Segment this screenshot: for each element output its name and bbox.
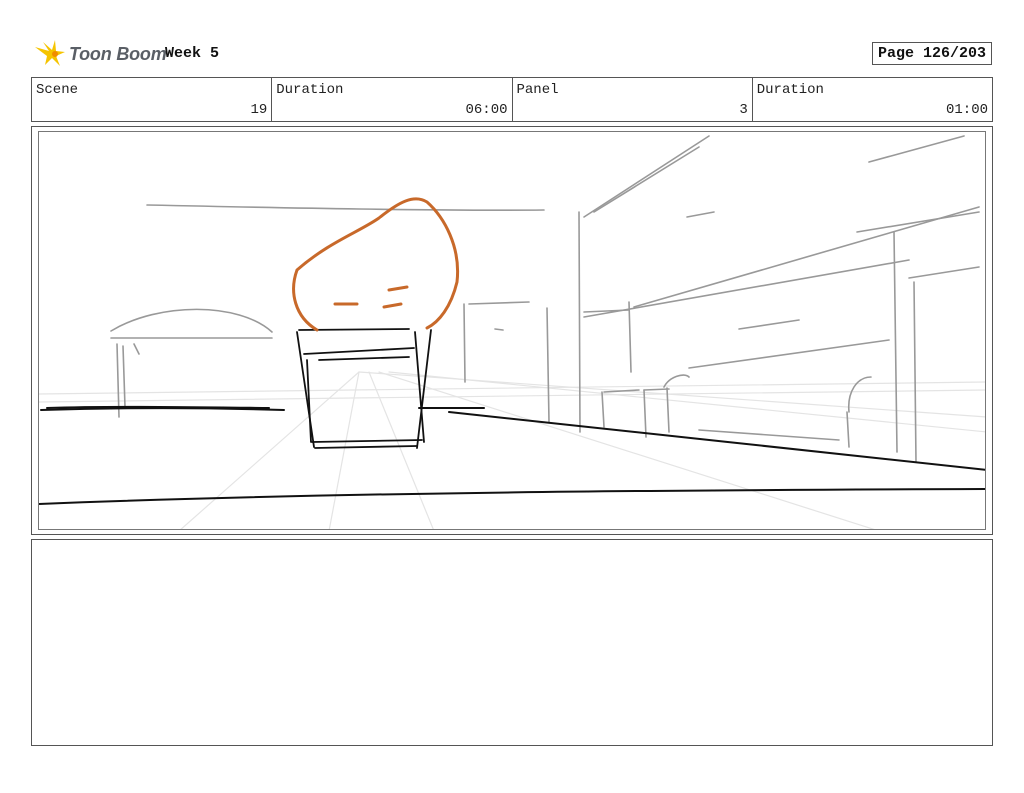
project-title: Week 5 (165, 45, 220, 62)
page-number: Page 126/203 (872, 42, 992, 65)
panel-sketch (39, 135, 985, 529)
background-buildings (110, 135, 980, 463)
foreground-lines (39, 405, 985, 505)
panel-frame (38, 131, 986, 530)
notes-area[interactable] (31, 539, 993, 746)
character-sketch (292, 197, 460, 332)
scene-duration-cell: Duration 06:00 (272, 78, 513, 121)
scene-duration-label: Duration (276, 82, 344, 98)
scene-duration-value: 06:00 (465, 102, 508, 118)
panel-duration-cell: Duration 01:00 (753, 78, 992, 121)
logo-text: Toon Boom (69, 43, 167, 64)
toon-boom-star-icon (35, 40, 65, 66)
perspective-guides (39, 371, 985, 529)
scene-cell: Scene 19 (32, 78, 273, 121)
scene-value: 19 (250, 102, 268, 118)
panel-cell: Panel 3 (513, 78, 753, 121)
storyboard-panel (31, 126, 993, 535)
panel-duration-label: Duration (756, 82, 824, 98)
panel-value: 3 (739, 102, 748, 118)
panel-label: Panel (516, 82, 559, 98)
panel-duration-value: 01:00 (945, 102, 988, 118)
scene-label: Scene (36, 82, 79, 98)
crate-sketch (296, 328, 432, 449)
info-bar: Scene 19 Duration 06:00 Panel 3 Duration… (31, 77, 993, 122)
toon-boom-logo: Toon Boom (33, 38, 167, 70)
